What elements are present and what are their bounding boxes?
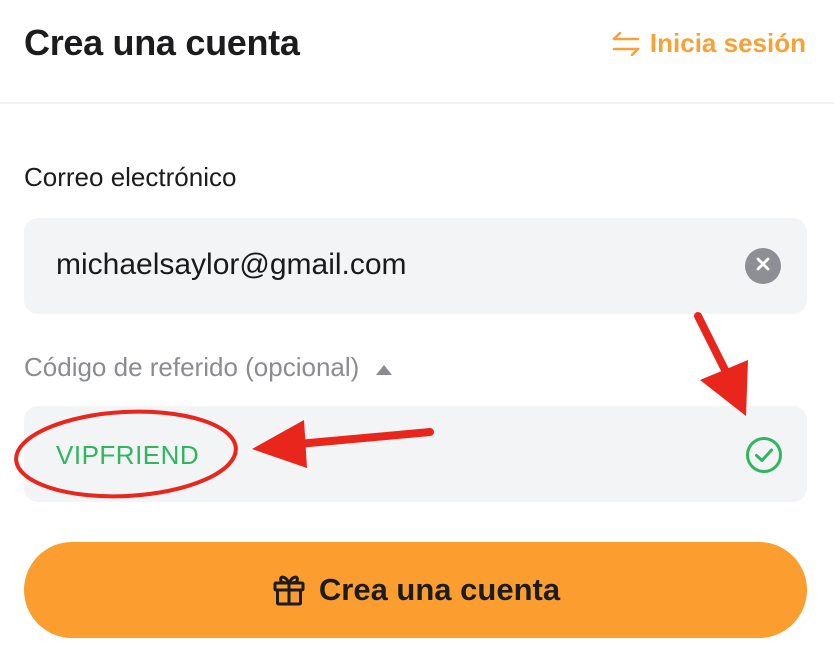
login-link[interactable]: Inicia sesión bbox=[612, 28, 806, 59]
email-label: Correo electrónico bbox=[24, 162, 237, 192]
close-icon bbox=[756, 257, 770, 276]
referral-toggle[interactable]: Código de referido (opcional) bbox=[24, 352, 393, 383]
referral-code-field[interactable]: VIPFRIEND bbox=[24, 406, 807, 502]
email-field[interactable]: michaelsaylor@gmail.com bbox=[24, 218, 807, 314]
check-circle-icon bbox=[745, 436, 783, 474]
page-title: Crea una cuenta bbox=[24, 22, 300, 63]
referral-code-value: VIPFRIEND bbox=[56, 440, 200, 470]
referral-label: Código de referido (opcional) bbox=[24, 352, 360, 382]
create-account-button-label: Crea una cuenta bbox=[318, 572, 561, 607]
annotation-arrow-down bbox=[694, 312, 748, 416]
login-link-label: Inicia sesión bbox=[649, 28, 806, 58]
gift-icon bbox=[271, 571, 307, 610]
header: Crea una cuenta Inicia sesión bbox=[0, 0, 834, 104]
create-account-button[interactable]: Crea una cuenta bbox=[24, 542, 807, 638]
swap-arrows-icon bbox=[612, 31, 640, 56]
clear-email-button[interactable] bbox=[745, 248, 781, 284]
email-value: michaelsaylor@gmail.com bbox=[56, 248, 407, 281]
caret-up-icon bbox=[375, 352, 393, 383]
